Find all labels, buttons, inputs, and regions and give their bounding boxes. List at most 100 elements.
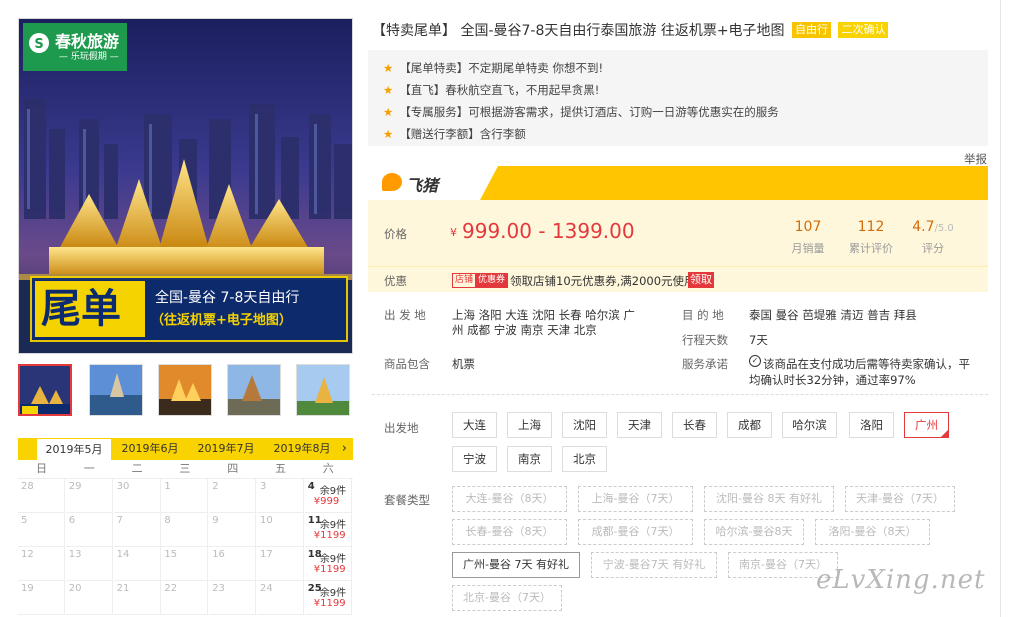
package-option[interactable]: 长春-曼谷（8天） <box>452 519 567 545</box>
thumbnail-3[interactable] <box>158 364 212 416</box>
origin-option[interactable]: 哈尔滨 <box>782 412 837 438</box>
price-area: 价格 ¥ 999.00 - 1399.00 107 月销量 112 累计评价 4… <box>368 200 988 266</box>
highlight-item: ★ 【专属服务】可根据游客需求，提供订酒店、订购一日游等优惠实在的服务 <box>383 105 779 119</box>
calendar-weekday: 六 <box>322 462 334 475</box>
coupon-tag-shop: 店铺 <box>452 273 477 288</box>
package-option[interactable]: 北京-曼谷（7天） <box>452 585 562 611</box>
calendar-day: 24 <box>257 581 304 615</box>
fliggy-bar-bg <box>368 166 988 200</box>
departure-calendar: 2019年5月 2019年6月 2019年7月 2019年8月 › 日 一 二 三 四 五… <box>18 438 353 615</box>
depart-value-line1: 上海 洛阳 大连 沈阳 长春 哈尔滨 广 <box>452 308 635 322</box>
rating-value: 4.7/5.0 <box>912 219 954 235</box>
origin-option[interactable]: 北京 <box>562 446 607 472</box>
banner-line1: 全国-曼谷 7-8天自由行 <box>155 290 300 306</box>
chevron-right-icon[interactable]: › <box>342 438 347 460</box>
origin-option[interactable]: 南京 <box>507 446 552 472</box>
calendar-day-number: 24 <box>260 583 273 594</box>
package-option[interactable]: 广州-曼谷 7天 有好礼 <box>452 552 580 578</box>
calendar-day-number: 13 <box>68 549 82 560</box>
origin-option[interactable]: 沈阳 <box>562 412 607 438</box>
watermark: eLvXing.net <box>816 565 986 595</box>
calendar-day: 1 <box>161 479 209 513</box>
calendar-day-available[interactable]: 18 余9件 ¥1199 <box>304 547 352 581</box>
origin-option[interactable]: 天津 <box>617 412 662 438</box>
package-option[interactable]: 上海-曼谷（7天） <box>578 486 693 512</box>
reviews-value[interactable]: 112 <box>836 219 906 235</box>
calendar-day-number: 15 <box>164 549 178 560</box>
days-value: 7天 <box>749 333 768 347</box>
calendar-tab-june[interactable]: 2019年6月 <box>112 438 188 460</box>
origin-option[interactable]: 成都 <box>727 412 772 438</box>
calendar-day: 7 <box>113 513 161 547</box>
thumbnail-5[interactable] <box>296 364 350 416</box>
include-value: 机票 <box>452 357 475 371</box>
package-option[interactable]: 哈尔滨-曼谷8天 <box>704 519 804 545</box>
package-option[interactable]: 成都-曼谷（7天） <box>578 519 693 545</box>
report-link[interactable]: 举报 <box>964 151 987 167</box>
calendar-day-price: ¥1199 <box>313 598 346 609</box>
calendar-day-number: 8 <box>164 515 171 526</box>
origin-option[interactable]: 上海 <box>507 412 552 438</box>
calendar-day-stock: 余9件 <box>319 520 347 531</box>
promise-value-line2: 均确认时长32分钟，通过率97% <box>749 373 916 387</box>
calendar-day-number: 23 <box>212 583 225 594</box>
calendar-day-number: 10 <box>260 515 273 526</box>
highlights-box: ★ 【尾单特卖】不定期尾单特卖 你想不到! ★ 【直飞】春秋航空直飞，不用起早贪黑!… <box>368 50 988 146</box>
calendar-day-available[interactable]: 11 余9件 ¥1199 <box>304 513 352 547</box>
calendar-day-available[interactable]: 4 余9件 ¥999 <box>304 479 352 513</box>
calendar-tab-july[interactable]: 2019年7月 <box>188 438 264 460</box>
calendar-day: 8 <box>161 513 209 547</box>
calendar-weekday: 日 <box>36 462 47 475</box>
dest-label: 目 的 地 <box>682 308 724 322</box>
calendar-day: 22 <box>161 581 209 615</box>
section-divider <box>372 394 988 395</box>
thumbnail-4[interactable] <box>227 364 281 416</box>
package-option[interactable]: 沈阳-曼谷 8天 有好礼 <box>704 486 834 512</box>
calendar-day-stock: 余9件 <box>319 554 347 565</box>
thumbnail-strip <box>18 364 358 420</box>
days-label: 行程天数 <box>682 333 728 347</box>
calendar-day: 30 <box>113 479 161 513</box>
dest-value: 泰国 曼谷 芭堤雅 清迈 普吉 拜县 <box>749 308 917 322</box>
package-option[interactable]: 宁波-曼谷7天 有好礼 <box>591 552 717 578</box>
origin-option[interactable]: 广州 <box>904 412 949 438</box>
origin-option[interactable]: 大连 <box>452 412 497 438</box>
logo-sub: — 乐玩假期 — <box>59 52 119 62</box>
monthly-sales-value: 107 <box>794 219 822 235</box>
package-option[interactable]: 天津-曼谷（7天） <box>845 486 955 512</box>
calendar-tab-may[interactable]: 2019年5月 <box>36 438 112 460</box>
calendar-month-tabs: 2019年5月 2019年6月 2019年7月 2019年8月 › <box>18 438 353 460</box>
coupon-text: 领取店铺10元优惠券,满2000元使用 <box>510 274 696 288</box>
calendar-day-number: 7 <box>116 515 123 526</box>
calendar-day: 12 <box>18 547 65 581</box>
package-option[interactable]: 大连-曼谷（8天） <box>452 486 567 512</box>
origin-option[interactable]: 洛阳 <box>849 412 894 438</box>
highlight-item: ★ 【直飞】春秋航空直飞，不用起早贪黑! <box>383 83 600 97</box>
product-title: 【特卖尾单】 全国-曼谷7-8天自由行泰国旅游 往返机票+电子地图 自由行 二次… <box>372 21 992 41</box>
coupon-get-button[interactable]: 领取 <box>688 272 714 288</box>
thumbnail-2[interactable] <box>89 364 143 416</box>
monthly-sales-label: 月销量 <box>791 242 825 255</box>
banner-line2: （往返机票+电子地图） <box>151 313 292 328</box>
coupon-tag-voucher: 优惠券 <box>475 273 509 288</box>
calendar-day: 9 <box>209 513 257 547</box>
calendar-day-number: 9 <box>212 515 219 526</box>
calendar-tab-august[interactable]: 2019年8月 <box>264 438 340 460</box>
calendar-day: 17 <box>257 547 304 581</box>
highlight-item: ★ 【赠送行李额】含行李额 <box>383 127 526 141</box>
package-option[interactable]: 洛阳-曼谷（8天） <box>815 519 930 545</box>
tag-free-travel: 自由行 <box>792 22 832 38</box>
thumbnail-1[interactable] <box>18 364 72 416</box>
calendar-day-number: 28 <box>21 481 34 492</box>
calendar-day-number: 22 <box>164 583 178 594</box>
hero-image[interactable]: S 春秋旅游 — 乐玩假期 — 尾单 全国-曼谷 7-8天自由行 （往返机票+电… <box>18 18 353 354</box>
calendar-day-available[interactable]: 25 余9件 ¥1199 <box>304 581 352 615</box>
star-icon: ★ <box>383 127 394 141</box>
calendar-day: 3 <box>257 479 304 513</box>
origin-option[interactable]: 宁波 <box>452 446 497 472</box>
depart-label: 出 发 地 <box>384 308 426 322</box>
calendar-day: 16 <box>209 547 257 581</box>
origin-option[interactable]: 长春 <box>672 412 717 438</box>
calendar-day: 19 <box>18 581 65 615</box>
calendar-day: 2 <box>209 479 257 513</box>
